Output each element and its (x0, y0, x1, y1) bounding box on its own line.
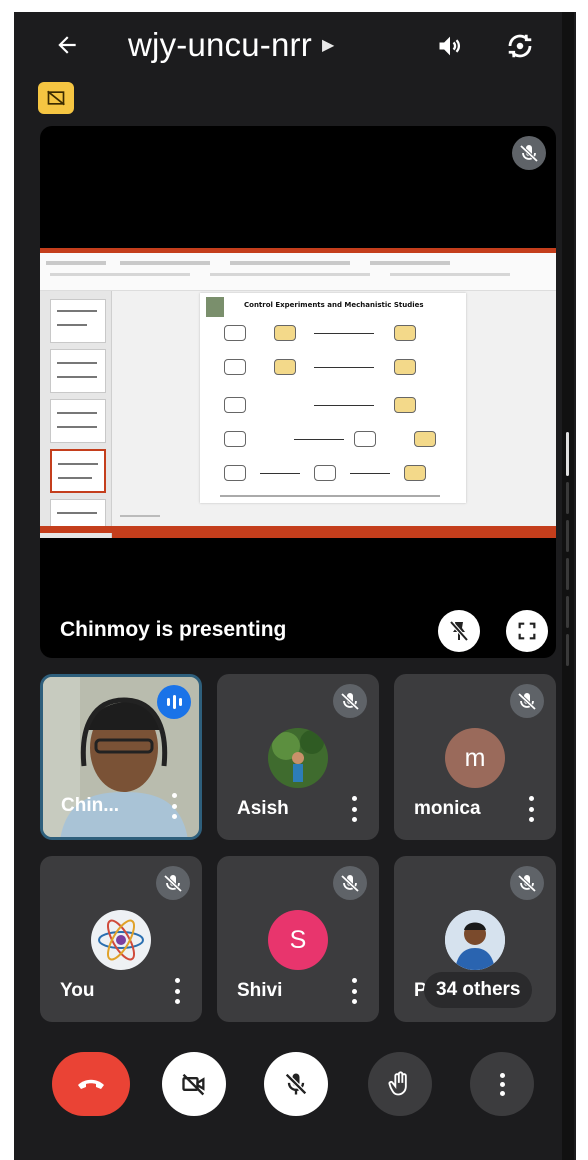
participant-tile-you[interactable]: You (40, 856, 202, 1022)
camera-off-badge-icon (38, 82, 74, 114)
meeting-code: wjy-uncu-nrr (128, 26, 312, 63)
slide-thumbnails (40, 291, 112, 538)
raise-hand-icon (388, 1071, 407, 1096)
mic-off-icon (510, 684, 544, 723)
slide-title: Control Experiments and Mechanistic Stud… (244, 301, 424, 309)
participant-name: Chin... (61, 795, 120, 816)
participant-tile-asish[interactable]: Asish (217, 674, 379, 840)
avatar: m (445, 728, 505, 788)
avatar (445, 910, 505, 970)
participant-tile-monica[interactable]: m monica (394, 674, 556, 840)
speaker-icon[interactable] (430, 26, 470, 66)
presentation-stage[interactable]: Control Experiments and Mechanistic Stud… (40, 126, 556, 658)
meet-screen: wjy-uncu-nrr ▶ Control Experiments and M… (14, 12, 576, 1160)
participant-name: Asish (237, 798, 289, 819)
top-bar: wjy-uncu-nrr ▶ (14, 12, 576, 78)
more-vert-icon (499, 1072, 505, 1096)
participant-tile-others[interactable]: Pr 34 others (394, 856, 556, 1022)
participant-tile-chinmoy[interactable]: Chin... (40, 674, 202, 840)
more-options-button[interactable] (470, 1052, 534, 1116)
slide-canvas: Control Experiments and Mechanistic Stud… (200, 293, 466, 503)
switch-camera-icon[interactable] (500, 26, 540, 66)
shared-slide: Control Experiments and Mechanistic Stud… (40, 248, 556, 538)
participant-name: You (60, 980, 95, 1001)
scroll-rail (562, 12, 574, 1160)
phone-hangup-icon (78, 1079, 104, 1089)
meeting-title[interactable]: wjy-uncu-nrr ▶ (128, 26, 334, 64)
end-call-button[interactable] (52, 1052, 130, 1116)
presenting-label: Chinmoy is presenting (60, 618, 287, 641)
participant-name: Shivi (237, 980, 283, 1001)
more-options-icon[interactable] (169, 793, 179, 819)
unpin-icon[interactable] (438, 610, 480, 652)
more-options-icon[interactable] (349, 978, 359, 1004)
mic-off-icon (512, 136, 546, 175)
more-options-icon[interactable] (172, 978, 182, 1004)
atom-logo-icon (91, 910, 151, 970)
mic-off-icon (333, 866, 367, 905)
raise-hand-button[interactable] (368, 1052, 432, 1116)
others-count-chip[interactable]: 34 others (424, 972, 533, 1008)
participant-name: monica (414, 798, 481, 819)
camera-toggle-button[interactable] (162, 1052, 226, 1116)
mic-off-icon (285, 1073, 307, 1095)
participant-tile-shivi[interactable]: S Shivi (217, 856, 379, 1022)
mic-off-icon (333, 684, 367, 723)
caret-right-icon: ▶ (321, 37, 335, 54)
fullscreen-icon[interactable] (506, 610, 548, 652)
mic-toggle-button[interactable] (264, 1052, 328, 1116)
back-arrow-icon[interactable] (48, 26, 86, 64)
presenter-photo (206, 297, 224, 317)
mic-off-icon (156, 866, 190, 905)
camera-off-icon (182, 1073, 205, 1096)
mic-off-icon (510, 866, 544, 905)
powerpoint-ribbon (40, 253, 556, 291)
avatar: S (268, 910, 328, 970)
more-options-icon[interactable] (349, 796, 359, 822)
more-options-icon[interactable] (526, 796, 536, 822)
speaking-indicator-icon (157, 685, 191, 719)
avatar (268, 728, 328, 788)
